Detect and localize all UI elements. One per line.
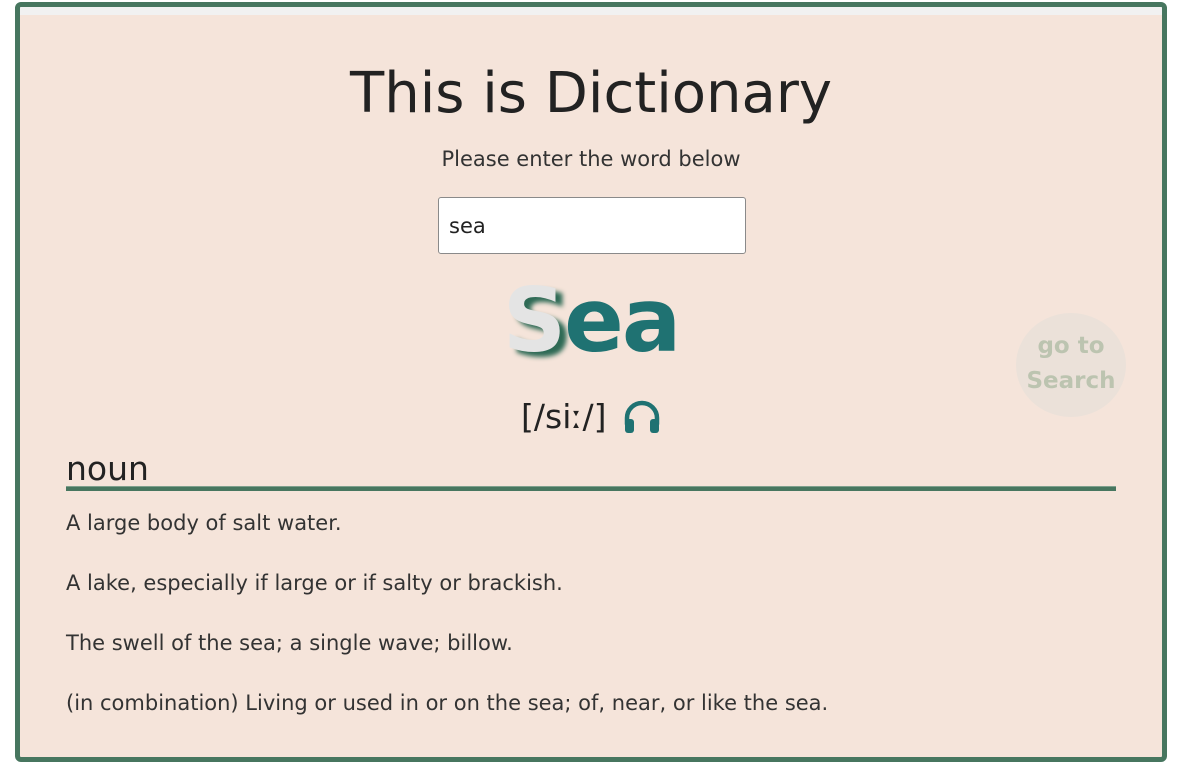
page-title: This is Dictionary — [350, 61, 832, 126]
word-heading: Sea — [20, 271, 1162, 371]
definition-item: (in combination) Living or used in or on… — [66, 691, 829, 715]
word-first-letter: S — [502, 269, 566, 372]
go-to-search-line1: go to — [1037, 333, 1105, 359]
page-subtitle: Please enter the word below — [441, 147, 741, 171]
go-to-search-line2: Search — [1026, 368, 1116, 394]
part-of-speech-divider — [66, 486, 1116, 491]
pronunciation-row: [/siː/] — [20, 395, 1162, 436]
phonetic-text: [/siː/] — [521, 397, 607, 436]
word-rest-letters: ea — [564, 269, 681, 372]
word-search-input[interactable] — [438, 197, 746, 254]
definition-item: The swell of the sea; a single wave; bil… — [66, 631, 513, 655]
dictionary-card: This is Dictionary Please enter the word… — [15, 2, 1167, 762]
go-to-search-button[interactable]: go to Search — [1016, 313, 1126, 417]
part-of-speech-heading: noun — [66, 449, 149, 488]
top-strip — [20, 7, 1162, 15]
headphones-icon[interactable] — [623, 400, 661, 434]
definition-item: A lake, especially if large or if salty … — [66, 571, 563, 595]
definition-item: A large body of salt water. — [66, 511, 342, 535]
